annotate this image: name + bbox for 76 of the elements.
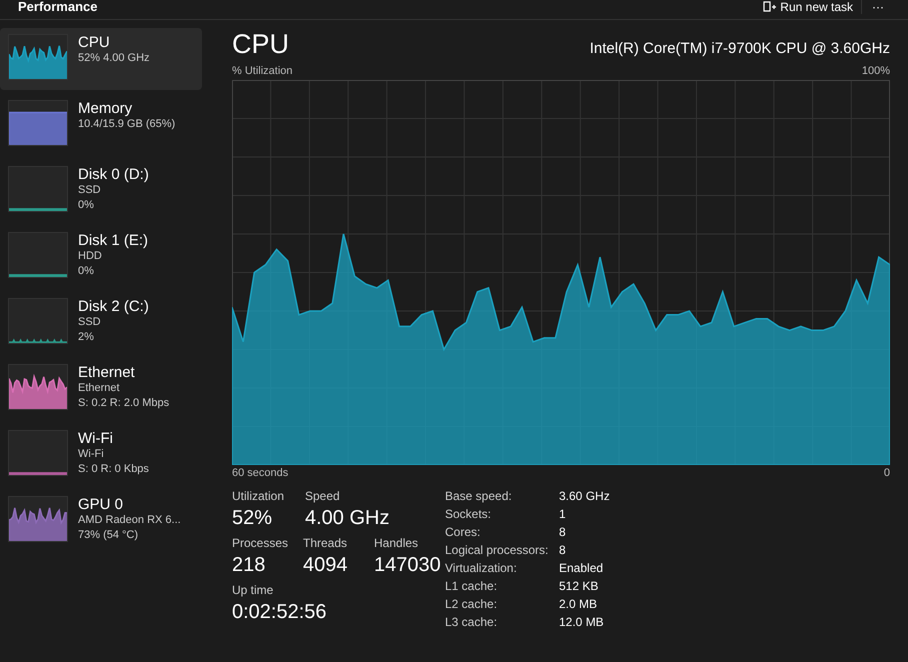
axis-tick-label: 100%: [862, 64, 890, 79]
sidebar-item[interactable]: Disk 1 (E:) HDD 0%: [0, 226, 202, 288]
stat-label: Threads: [303, 535, 348, 552]
device-name: GPU 0: [78, 496, 124, 513]
device-name: Disk 0 (D:): [78, 166, 149, 183]
device-name: Memory: [78, 100, 134, 117]
axis-label: % Utilization: [232, 64, 293, 79]
cpu-model: Intel(R) Core(TM) i7-9700K CPU @ 3.60GHz: [590, 38, 890, 58]
detail-label: L3 cache:: [445, 614, 498, 631]
detail-label: Virtualization:: [445, 560, 518, 577]
axis-tick-label: 0: [884, 466, 890, 480]
sidebar-item[interactable]: Disk 2 (C:) SSD 2%: [0, 292, 202, 354]
stat-label: Utilization: [232, 488, 286, 505]
device-detail: SSD: [78, 315, 102, 330]
detail-label: Sockets:: [445, 506, 492, 523]
detail-label: Cores:: [445, 524, 482, 541]
device-name: Ethernet: [78, 364, 136, 381]
usage-graph: [8, 430, 68, 476]
stat-value: 0:02:52:56: [232, 600, 328, 625]
device-detail: 52% 4.00 GHz: [78, 51, 150, 66]
stat-value: 4.00 GHz: [305, 506, 390, 531]
usage-graph: [8, 364, 68, 410]
usage-graph: [8, 34, 68, 80]
detail-value: 3.60 GHz: [559, 488, 610, 505]
device-detail: S: 0 R: 0 Kbps: [78, 462, 149, 477]
stat-value: 218: [232, 553, 266, 578]
detail-value: 1: [559, 506, 566, 523]
usage-graph: [8, 298, 68, 344]
detail-value: 8: [559, 524, 566, 541]
usage-graph: [8, 100, 68, 146]
sidebar-item[interactable]: Disk 0 (D:) SSD 0%: [0, 160, 202, 222]
sidebar-item[interactable]: CPU 52% 4.00 GHz: [0, 28, 202, 90]
detail-label: Logical processors:: [445, 542, 550, 559]
detail-label: Base speed:: [445, 488, 513, 505]
stat-label: Handles: [374, 535, 420, 552]
sidebar-item[interactable]: Ethernet Ethernet S: 0.2 R: 2.0 Mbps: [0, 358, 202, 420]
app-title: Performance: [18, 0, 98, 14]
page-title: CPU: [232, 28, 290, 60]
detail-label: L2 cache:: [445, 596, 498, 613]
usage-graph: [8, 496, 68, 542]
device-detail: 0%: [78, 264, 95, 279]
stat-label: Up time: [232, 582, 274, 599]
device-detail: Wi-Fi: [78, 447, 105, 462]
device-detail: 2%: [78, 330, 95, 345]
device-detail: 0%: [78, 198, 95, 213]
device-detail: Ethernet: [78, 381, 121, 396]
device-name: Disk 2 (C:): [78, 298, 149, 315]
add-task-icon: [763, 1, 778, 13]
device-name: Disk 1 (E:): [78, 232, 148, 249]
device-name: CPU: [78, 34, 111, 51]
stat-value: 52%: [232, 506, 274, 531]
device-name: Wi-Fi: [78, 430, 114, 447]
sidebar-item[interactable]: Memory 10.4/15.9 GB (65%): [0, 94, 202, 156]
more-button[interactable]: ···: [861, 0, 894, 14]
axis-label: 60 seconds: [232, 466, 288, 480]
device-detail: SSD: [78, 183, 102, 198]
detail-value: 2.0 MB: [559, 596, 598, 613]
device-detail: 10.4/15.9 GB (65%): [78, 117, 176, 132]
detail-value: 8: [559, 542, 566, 559]
detail-value: Enabled: [559, 560, 604, 577]
stat-value: 4094: [303, 553, 348, 578]
usage-graph: [8, 166, 68, 212]
device-detail: AMD Radeon RX 6...: [78, 513, 181, 528]
stat-label: Speed: [305, 488, 341, 505]
detail-label: L1 cache:: [445, 578, 498, 595]
stat-label: Processes: [232, 535, 290, 552]
device-detail: HDD: [78, 249, 103, 264]
device-detail: 73% (54 °C): [78, 528, 140, 543]
detail-value: 512 KB: [559, 578, 598, 595]
usage-graph: [8, 232, 68, 278]
stat-value: 147030: [374, 553, 442, 578]
detail-value: 12.0 MB: [559, 614, 604, 631]
sidebar-item[interactable]: Wi-Fi Wi-Fi S: 0 R: 0 Kbps: [0, 424, 202, 486]
device-detail: S: 0.2 R: 2.0 Mbps: [78, 396, 170, 411]
run-new-task-button[interactable]: Run new task: [755, 0, 861, 14]
sidebar-item[interactable]: GPU 0 AMD Radeon RX 6... 73% (54 °C): [0, 490, 202, 552]
